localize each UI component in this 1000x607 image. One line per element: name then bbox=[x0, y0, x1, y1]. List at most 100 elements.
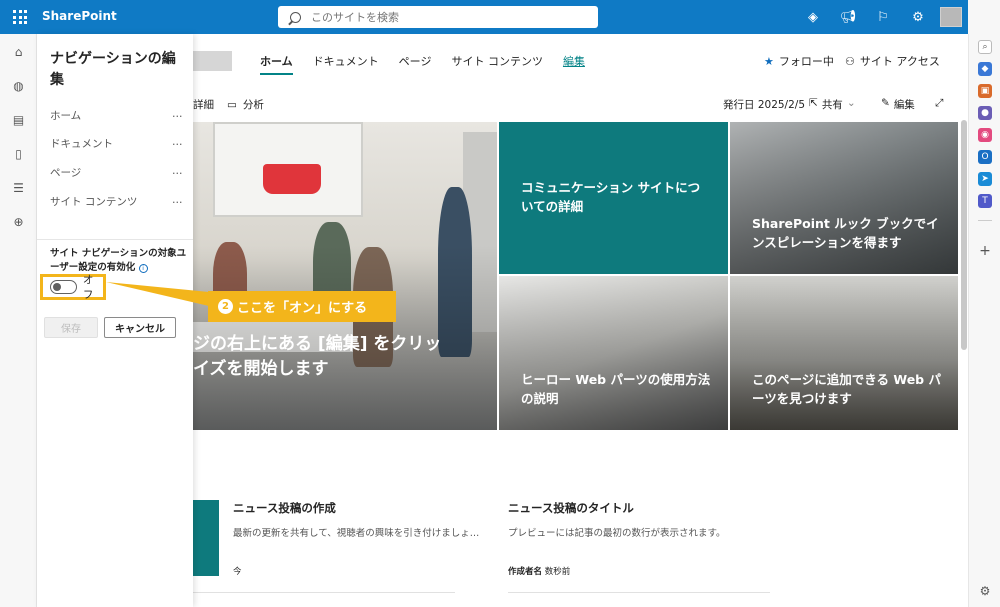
hero-image-overlay bbox=[193, 122, 497, 430]
teams-icon[interactable]: T bbox=[978, 194, 992, 208]
create-icon[interactable]: ⊕ bbox=[11, 214, 26, 229]
nav-edit-item-documents[interactable]: ドキュメント … bbox=[50, 136, 183, 151]
analytics-button[interactable]: ▭ 分析 bbox=[227, 97, 264, 112]
expand-icon[interactable]: ⤢ bbox=[935, 97, 943, 110]
hero-main-tile[interactable]: ジの右上にある [編集] をクリッ イズを開始します bbox=[193, 122, 497, 430]
file-icon[interactable]: ▯ bbox=[11, 146, 26, 161]
add-icon[interactable]: + bbox=[978, 243, 992, 259]
more-options-icon[interactable]: … bbox=[172, 108, 183, 123]
copilot-app-icon[interactable]: ◉ bbox=[978, 128, 992, 142]
news-description: 最新の更新を共有して、視聴者の興味を引き付けましょ… bbox=[233, 528, 480, 539]
hero-main-text: ジの右上にある [編集] をクリッ イズを開始します bbox=[193, 334, 442, 379]
news-title: ニュース投稿のタイトル bbox=[508, 501, 634, 515]
news-title: ニュース投稿の作成 bbox=[233, 501, 336, 515]
search-icon bbox=[290, 11, 301, 23]
pencil-icon: ✎ bbox=[881, 97, 890, 109]
details-button[interactable]: 詳細 bbox=[193, 97, 214, 112]
share-button[interactable]: ⇱ 共有 ⌄ bbox=[809, 97, 856, 112]
search-box[interactable] bbox=[278, 6, 598, 28]
nav-edit-item-home[interactable]: ホーム … bbox=[50, 108, 183, 123]
globe-icon[interactable]: ◍ bbox=[11, 78, 26, 93]
site-nav-pages[interactable]: ページ bbox=[399, 53, 432, 75]
star-icon: ★ bbox=[764, 54, 774, 68]
callout-pointer bbox=[106, 282, 209, 306]
hero-tile-lookbook[interactable]: SharePoint ルック ブックでインスピレーションを得ます bbox=[730, 122, 958, 274]
audience-targeting-label: サイト ナビゲーションの対象ユーザー設定の有効化 i bbox=[50, 248, 187, 273]
news-divider bbox=[508, 592, 770, 593]
more-options-icon[interactable]: … bbox=[172, 136, 183, 151]
nav-edit-item-pages[interactable]: ページ … bbox=[50, 165, 183, 180]
more-options-icon[interactable]: … bbox=[172, 165, 183, 180]
settings-icon[interactable]: ⚙ bbox=[978, 584, 992, 598]
save-button[interactable]: 保存 bbox=[44, 317, 98, 338]
app-bar: ⌂ ◍ ▤ ▯ ☰ ⊕ bbox=[0, 34, 37, 607]
news-icon[interactable]: ▤ bbox=[11, 112, 26, 127]
instruction-callout: 2 ここを「オン」にする bbox=[208, 291, 396, 322]
megaphone-icon[interactable]: 📢︎ bbox=[837, 6, 859, 28]
step-number-badge: 2 bbox=[218, 299, 233, 314]
toggle-state-label: オフ bbox=[82, 274, 94, 301]
analytics-label: 分析 bbox=[242, 99, 264, 111]
site-logo bbox=[192, 51, 232, 71]
search-input[interactable] bbox=[311, 10, 571, 24]
panel-title: ナビゲーションの編集 bbox=[50, 51, 176, 88]
site-access-label: サイト アクセス bbox=[859, 55, 940, 68]
published-date: 発行日 2025/2/5 bbox=[723, 99, 805, 111]
suite-header: SharePoint ◈ 📢︎ ⚐ ⚙ ? bbox=[0, 0, 1000, 34]
chevron-down-icon: ⌄ bbox=[846, 97, 856, 109]
search-icon[interactable]: ⌕ bbox=[978, 40, 992, 54]
site-navigation: ホーム ドキュメント ページ サイト コンテンツ 編集 bbox=[260, 53, 605, 75]
page-scrollbar[interactable] bbox=[961, 120, 967, 350]
site-nav-home[interactable]: ホーム bbox=[260, 53, 293, 75]
site-nav-documents[interactable]: ドキュメント bbox=[313, 53, 379, 75]
share-label: 共有 bbox=[821, 99, 843, 111]
list-icon[interactable]: ☰ bbox=[11, 180, 26, 195]
chart-icon: ▭ bbox=[227, 98, 237, 111]
info-icon[interactable]: i bbox=[138, 264, 148, 273]
site-nav-edit-link[interactable]: 編集 bbox=[563, 53, 585, 75]
callout-text: ここを「オン」にする bbox=[237, 301, 368, 316]
news-divider bbox=[193, 592, 455, 593]
home-icon[interactable]: ⌂ bbox=[11, 44, 26, 59]
news-description: プレビューには記事の最初の数行が表示されます。 bbox=[508, 528, 726, 539]
settings-gear-icon[interactable]: ⚙ bbox=[907, 6, 929, 28]
app-title[interactable]: SharePoint bbox=[42, 9, 117, 23]
panel-divider bbox=[37, 239, 193, 240]
more-options-icon[interactable]: … bbox=[172, 194, 183, 209]
follow-label: フォロー中 bbox=[778, 55, 834, 68]
hero-tile-communication-site[interactable]: コミュニケーション サイトについての詳細 bbox=[499, 122, 728, 274]
browser-sidebar-top bbox=[968, 0, 1000, 34]
copilot-icon[interactable]: ◈ bbox=[802, 6, 824, 28]
news-meta: 作成者名 数秒前 bbox=[508, 567, 571, 577]
user-avatar[interactable] bbox=[940, 7, 962, 27]
briefcase-icon[interactable]: ▣ bbox=[978, 84, 992, 98]
news-card[interactable]: ニュース投稿のタイトル プレビューには記事の最初の数行が表示されます。 作成者名… bbox=[508, 500, 768, 577]
edit-label: 編集 bbox=[893, 99, 915, 111]
people-icon[interactable]: ● bbox=[978, 106, 992, 120]
tag-icon[interactable]: ◆ bbox=[978, 62, 992, 76]
browser-sidebar: ⌕ ◆ ▣ ● ◉ O ➤ T + ⚙ bbox=[968, 34, 1000, 607]
hero-tile-hero-webpart[interactable]: ヒーロー Web パーツの使用方法の説明 bbox=[499, 276, 728, 430]
share-icon: ⇱ bbox=[809, 97, 818, 109]
toggle-knob bbox=[53, 283, 61, 291]
audience-targeting-toggle[interactable] bbox=[50, 280, 77, 294]
news-card[interactable]: ニュース投稿の作成 最新の更新を共有して、視聴者の興味を引き付けましょ… 今 bbox=[233, 500, 493, 577]
follow-button[interactable]: ★ フォロー中 bbox=[764, 53, 834, 69]
news-meta: 今 bbox=[233, 567, 242, 577]
hero-tile-webparts[interactable]: このページに追加できる Web パーツを見つけます bbox=[730, 276, 958, 430]
site-nav-site-contents[interactable]: サイト コンテンツ bbox=[451, 53, 543, 75]
navigation-edit-panel: ナビゲーションの編集 ホーム … ドキュメント … ページ … サイト コンテン… bbox=[37, 34, 193, 607]
app-connect-icon[interactable]: ⚐ bbox=[872, 6, 894, 28]
people-settings-icon: ⚇ bbox=[845, 54, 855, 68]
site-access-button[interactable]: ⚇ サイト アクセス bbox=[845, 53, 940, 69]
cancel-button[interactable]: キャンセル bbox=[104, 317, 176, 338]
audience-toggle-highlight: オフ bbox=[40, 274, 106, 301]
app-launcher-icon[interactable] bbox=[13, 10, 27, 24]
send-icon[interactable]: ➤ bbox=[978, 172, 992, 186]
edit-button[interactable]: ✎ 編集 bbox=[881, 97, 915, 112]
nav-edit-item-site-contents[interactable]: サイト コンテンツ … bbox=[50, 194, 183, 209]
sidebar-divider bbox=[978, 220, 992, 221]
news-thumbnail[interactable] bbox=[193, 500, 219, 576]
command-bar: 詳細 ▭ 分析 発行日 2025/2/5 ⇱ 共有 ⌄ ✎ 編集 ⤢ bbox=[193, 97, 958, 115]
outlook-icon[interactable]: O bbox=[978, 150, 992, 164]
